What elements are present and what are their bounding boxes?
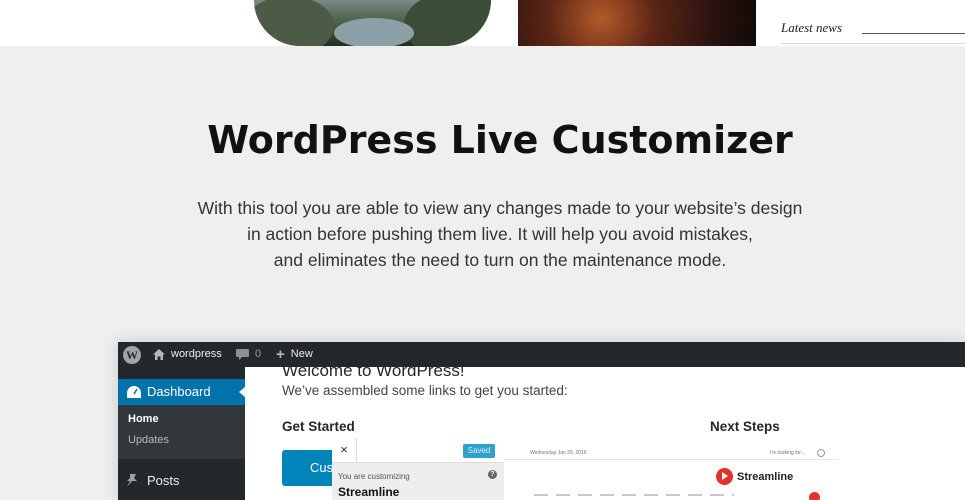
wordpress-logo-icon: W xyxy=(123,345,141,364)
game-thumbnail-fire[interactable] xyxy=(518,0,756,46)
section-title: WordPress Live Customizer xyxy=(207,118,793,162)
site-name-link[interactable]: wordpress xyxy=(153,342,222,367)
site-name: wordpress xyxy=(171,348,222,360)
customizer-header: × Saved xyxy=(332,438,504,463)
latest-news-heading: Latest news xyxy=(781,20,843,35)
close-icon[interactable]: × xyxy=(332,438,357,462)
submenu-item-home[interactable]: Home xyxy=(128,413,159,425)
dashboard-icon xyxy=(127,386,141,398)
welcome-heading: Welcome to WordPress! xyxy=(282,361,465,380)
comments-link[interactable]: 0 xyxy=(236,342,261,367)
next-steps-heading: Next Steps xyxy=(710,419,780,434)
sidebar-item-label: Dashboard xyxy=(147,384,211,399)
thumbnail-rock-shape xyxy=(404,0,491,46)
play-logo-icon xyxy=(716,468,733,485)
logo-text: Streamline xyxy=(737,470,794,483)
customizer-panel: × Saved You are customizing ? Streamline xyxy=(332,438,505,500)
pin-icon xyxy=(127,474,137,487)
description-line: in action before pushing them live. It w… xyxy=(247,224,753,244)
saved-button[interactable]: Saved xyxy=(463,444,495,458)
search-icon[interactable] xyxy=(817,449,825,457)
site-preview: Wednesday Jan 29, 2016 I'm looking for..… xyxy=(504,438,838,500)
description-line: and eliminates the need to turn on the m… xyxy=(273,250,727,270)
get-started-heading: Get Started xyxy=(282,419,355,434)
sidebar-item-dashboard[interactable]: Dashboard xyxy=(118,379,246,405)
comment-icon xyxy=(236,349,249,360)
divider xyxy=(504,459,838,460)
admin-sidebar: Dashboard Home Updates Posts xyxy=(118,367,246,500)
thumbnail-rock-shape xyxy=(254,0,334,46)
admin-bar: W wordpress 0 + New xyxy=(118,342,965,367)
home-icon xyxy=(153,349,165,360)
wordpress-logo[interactable]: W xyxy=(123,342,141,367)
game-thumbnail-landscape[interactable] xyxy=(254,0,491,46)
description-line: With this tool you are able to view any … xyxy=(197,198,803,218)
preview-search-placeholder: I'm looking for... xyxy=(770,450,805,456)
help-icon[interactable]: ? xyxy=(488,470,497,479)
sidebar-item-posts[interactable]: Posts xyxy=(118,471,245,491)
sidebar-item-label: Posts xyxy=(147,473,180,488)
streamline-logo[interactable]: Streamline xyxy=(716,468,793,485)
customizing-label: You are customizing xyxy=(338,472,410,481)
customizer-site-title: Streamline xyxy=(338,485,400,499)
section-description: With this tool you are able to view any … xyxy=(150,195,850,273)
submenu-item-updates[interactable]: Updates xyxy=(128,434,169,446)
heading-rule xyxy=(862,33,965,34)
preview-date: Wednesday Jan 29, 2016 xyxy=(530,450,587,456)
dashboard-submenu: Home Updates xyxy=(118,405,245,459)
comments-count: 0 xyxy=(255,348,262,360)
divider xyxy=(781,43,965,44)
preview-nav-menu xyxy=(534,494,734,496)
notification-badge xyxy=(809,492,820,500)
welcome-subtext: We’ve assembled some links to get you st… xyxy=(282,383,568,398)
thumbnail-water-shape xyxy=(334,18,414,46)
wp-admin-screenshot: W wordpress 0 + New Dashboard Home Updat… xyxy=(118,342,965,500)
